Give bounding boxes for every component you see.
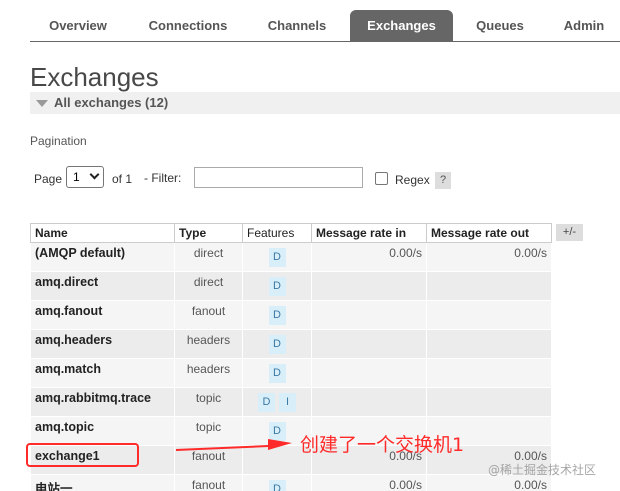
highlight-box bbox=[26, 443, 139, 467]
watermark: @稀土掘金技术社区 bbox=[488, 463, 597, 477]
regex-label: Regex bbox=[395, 173, 430, 187]
exchange-features: D bbox=[242, 242, 312, 272]
table-row: amq.match headers D bbox=[30, 358, 552, 388]
column-header-name[interactable]: Name bbox=[30, 223, 175, 243]
pagination-heading: Pagination bbox=[30, 134, 87, 148]
tab-admin[interactable]: Admin bbox=[548, 10, 620, 42]
section-label: All exchanges (12) bbox=[54, 95, 169, 110]
message-rate-in bbox=[311, 387, 427, 417]
collapse-triangle-icon bbox=[36, 100, 48, 107]
exchange-type: topic bbox=[174, 387, 243, 417]
exchange-type: headers bbox=[174, 358, 243, 388]
exchange-type: fanout bbox=[174, 300, 243, 330]
column-header-features: Features bbox=[242, 223, 312, 243]
exchange-features: D bbox=[242, 474, 312, 491]
internal-badge: I bbox=[279, 393, 296, 412]
exchange-type: headers bbox=[174, 329, 243, 359]
columns-toggle-button[interactable]: +/- bbox=[556, 224, 583, 241]
exchange-name-link[interactable]: amq.topic bbox=[30, 416, 175, 446]
page-select[interactable]: 1 bbox=[66, 166, 104, 188]
message-rate-out bbox=[426, 329, 552, 359]
table-row: amq.rabbitmq.trace topic D I bbox=[30, 387, 552, 417]
message-rate-out bbox=[426, 271, 552, 301]
durable-badge: D bbox=[258, 393, 275, 412]
annotation-text: 创建了一个交换机1 bbox=[300, 434, 465, 456]
red-arrow-icon bbox=[176, 439, 292, 451]
durable-badge: D bbox=[268, 277, 286, 296]
message-rate-out bbox=[426, 387, 552, 417]
exchange-name-link[interactable]: amq.direct bbox=[30, 271, 175, 301]
exchange-type: fanout bbox=[174, 474, 243, 491]
filter-input[interactable] bbox=[194, 167, 363, 188]
message-rate-in bbox=[311, 358, 427, 388]
exchange-features: D bbox=[242, 358, 312, 388]
message-rate-in bbox=[311, 329, 427, 359]
column-header-rate-out[interactable]: Message rate out bbox=[426, 223, 552, 243]
tab-connections[interactable]: Connections bbox=[132, 10, 244, 42]
tab-channels[interactable]: Channels bbox=[254, 10, 340, 42]
table-row: 电站一 fanout D 0.00/s 0.00/s bbox=[30, 474, 552, 491]
tab-queues[interactable]: Queues bbox=[462, 10, 538, 42]
durable-badge: D bbox=[268, 364, 286, 383]
exchange-name-link[interactable]: (AMQP default) bbox=[30, 242, 175, 272]
message-rate-out bbox=[426, 300, 552, 330]
all-exchanges-section-toggle[interactable]: All exchanges (12) bbox=[30, 92, 620, 114]
exchange-name-link[interactable]: amq.headers bbox=[30, 329, 175, 359]
exchange-name-link[interactable]: amq.rabbitmq.trace bbox=[30, 387, 175, 417]
exchange-name-link[interactable]: amq.match bbox=[30, 358, 175, 388]
page-select-value: 1 bbox=[73, 170, 80, 184]
exchange-name-link[interactable]: 电站一 bbox=[30, 474, 175, 491]
regex-help-button[interactable]: ? bbox=[435, 172, 451, 189]
message-rate-out bbox=[426, 358, 552, 388]
durable-badge: D bbox=[268, 335, 286, 354]
message-rate-out: 0.00/s bbox=[426, 242, 552, 272]
message-rate-in: 0.00/s bbox=[311, 242, 427, 272]
durable-badge: D bbox=[268, 248, 286, 267]
message-rate-in bbox=[311, 300, 427, 330]
regex-checkbox[interactable] bbox=[375, 172, 388, 185]
table-row: amq.headers headers D bbox=[30, 329, 552, 359]
exchange-features: D bbox=[242, 329, 312, 359]
chevron-down-icon bbox=[89, 169, 100, 180]
page-title: Exchanges bbox=[30, 62, 159, 92]
tab-exchanges[interactable]: Exchanges bbox=[350, 10, 453, 42]
durable-badge: D bbox=[268, 306, 286, 325]
table-row: amq.direct direct D bbox=[30, 271, 552, 301]
exchange-type: direct bbox=[174, 271, 243, 301]
table-row: (AMQP default) direct D 0.00/s 0.00/s bbox=[30, 242, 552, 272]
tab-overview[interactable]: Overview bbox=[30, 10, 126, 42]
exchange-features: D bbox=[242, 271, 312, 301]
column-header-type[interactable]: Type bbox=[174, 223, 243, 243]
main-nav: Overview Connections Channels Exchanges … bbox=[30, 10, 620, 42]
exchange-name-link[interactable]: amq.fanout bbox=[30, 300, 175, 330]
page-label: Page bbox=[34, 172, 63, 186]
of-pages-label: of 1 bbox=[112, 172, 133, 186]
exchange-features: DI bbox=[242, 387, 312, 417]
table-row: amq.fanout fanout D bbox=[30, 300, 552, 330]
filter-label: - Filter: bbox=[144, 171, 182, 185]
message-rate-in: 0.00/s bbox=[311, 474, 427, 491]
exchange-type: direct bbox=[174, 242, 243, 272]
message-rate-in bbox=[311, 271, 427, 301]
exchange-features: D bbox=[242, 300, 312, 330]
durable-badge: D bbox=[268, 480, 286, 491]
column-header-rate-in[interactable]: Message rate in bbox=[311, 223, 427, 243]
